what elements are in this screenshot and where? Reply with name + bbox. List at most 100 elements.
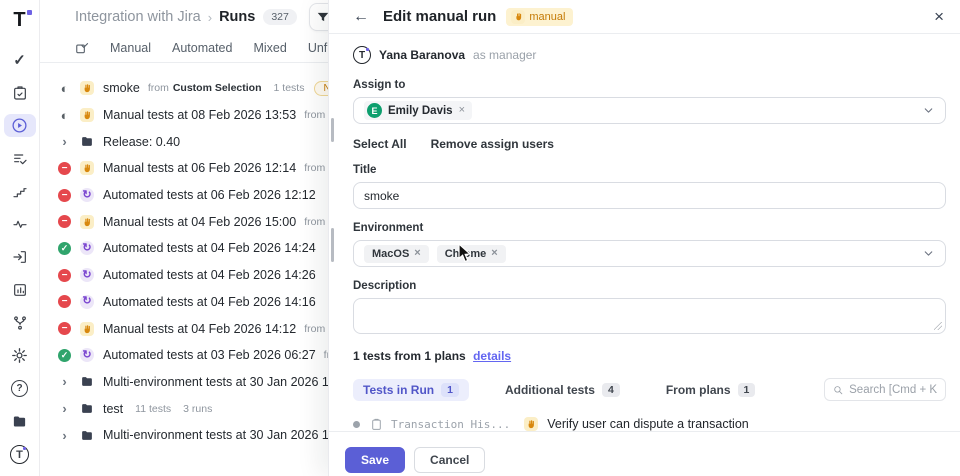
select-all-link[interactable]: Select All bbox=[353, 137, 407, 151]
run-title: Manual tests at 04 Feb 2026 14:12 bbox=[103, 322, 296, 336]
run-title: test bbox=[103, 402, 123, 416]
chevron-down-icon[interactable] bbox=[922, 247, 935, 260]
run-title: Manual tests at 06 Feb 2026 12:14 bbox=[103, 161, 296, 175]
environment-chip: MacOS × bbox=[364, 245, 429, 263]
tab-count-badge: 4 bbox=[602, 383, 620, 397]
run-status-icon: ✓ bbox=[58, 242, 71, 255]
tab-automated[interactable]: Automated bbox=[172, 41, 232, 55]
run-status-icon: − bbox=[58, 189, 71, 202]
save-button[interactable]: Save bbox=[345, 447, 405, 473]
assign-to-select[interactable]: E Emily Davis × bbox=[353, 97, 946, 124]
remove-chip-icon[interactable]: × bbox=[459, 105, 465, 116]
run-status-icon: − bbox=[58, 322, 71, 335]
steps-icon[interactable] bbox=[4, 180, 36, 203]
analytics-chart-icon[interactable] bbox=[4, 279, 36, 302]
breadcrumb-project[interactable]: Integration with Jira bbox=[75, 9, 201, 25]
run-title: Manual tests at 08 Feb 2026 13:53 bbox=[103, 108, 296, 122]
run-title: smoke bbox=[103, 81, 140, 95]
manual-run-icon bbox=[80, 215, 94, 229]
title-input[interactable] bbox=[364, 189, 935, 203]
test-title: Verify user can dispute a transaction bbox=[547, 417, 749, 431]
test-row[interactable]: Transaction His... Verify user can dispu… bbox=[353, 417, 946, 431]
list-check-icon[interactable] bbox=[4, 147, 36, 170]
clipboard-icon bbox=[370, 418, 383, 431]
tab-manual[interactable]: Manual bbox=[110, 41, 151, 55]
run-title: Automated tests at 04 Feb 2026 14:16 bbox=[103, 295, 316, 309]
activity-pulse-icon[interactable] bbox=[4, 213, 36, 236]
test-suite-name: Transaction His... bbox=[391, 418, 510, 431]
chevron-right-icon[interactable]: › bbox=[58, 401, 71, 416]
select-all-icon[interactable] bbox=[75, 41, 89, 55]
environment-chip-name: MacOS bbox=[372, 248, 409, 260]
run-title: Automated tests at 03 Feb 2026 06:27 bbox=[103, 348, 316, 362]
tests-search-input[interactable] bbox=[849, 384, 937, 396]
plans-summary: 1 tests from 1 plans details bbox=[353, 349, 946, 363]
branch-icon[interactable] bbox=[4, 312, 36, 335]
title-label: Title bbox=[353, 164, 946, 176]
remove-chip-icon[interactable]: × bbox=[491, 248, 497, 259]
run-status-icon: − bbox=[58, 269, 71, 282]
description-label: Description bbox=[353, 280, 946, 292]
app-sidebar: T ✓ ? T bbox=[0, 0, 40, 476]
tab-mixed[interactable]: Mixed bbox=[253, 41, 286, 55]
manual-run-icon bbox=[524, 417, 538, 431]
tab-tests-in-run[interactable]: Tests in Run 1 bbox=[353, 379, 469, 401]
manual-run-icon bbox=[80, 322, 94, 336]
run-status-icon: ◐ bbox=[58, 109, 71, 122]
folder-icon bbox=[80, 135, 94, 148]
plans-summary-text: 1 tests from 1 plans bbox=[353, 349, 466, 363]
cancel-button[interactable]: Cancel bbox=[414, 447, 485, 473]
settings-gear-icon[interactable] bbox=[4, 345, 36, 368]
automated-run-icon: ↻ bbox=[80, 348, 94, 362]
remove-assign-users-link[interactable]: Remove assign users bbox=[431, 137, 554, 151]
close-icon[interactable]: × bbox=[934, 8, 944, 25]
run-from-label: from bbox=[304, 162, 325, 174]
sidebar-item-runs[interactable] bbox=[4, 114, 36, 137]
clipboard-check-icon[interactable] bbox=[4, 82, 36, 105]
run-from-label: from bbox=[304, 109, 325, 121]
drawer-body: T Yana Baranova as manager Assign to E E… bbox=[329, 34, 960, 431]
remove-chip-icon[interactable]: × bbox=[414, 248, 420, 259]
back-button[interactable]: ← bbox=[353, 9, 369, 25]
details-link[interactable]: details bbox=[473, 349, 511, 363]
chevron-right-icon[interactable]: › bbox=[58, 134, 71, 149]
run-from-label: from bbox=[304, 216, 325, 228]
chevron-right-icon[interactable]: › bbox=[58, 428, 71, 443]
run-status-icon: − bbox=[58, 162, 71, 175]
drawer-header: ← Edit manual run manual × bbox=[329, 0, 960, 34]
tab-label: Tests in Run bbox=[363, 383, 434, 397]
user-chip-avatar: E bbox=[367, 103, 382, 118]
description-textarea-wrap bbox=[353, 298, 946, 334]
automated-run-icon: ↻ bbox=[80, 268, 94, 282]
manual-run-icon bbox=[80, 81, 94, 95]
projects-folder-icon[interactable] bbox=[4, 410, 36, 433]
folder-icon bbox=[80, 429, 94, 442]
chevron-right-icon[interactable]: › bbox=[58, 374, 71, 389]
description-textarea[interactable] bbox=[354, 299, 945, 333]
sidebar-item-tests-icon[interactable]: ✓ bbox=[4, 49, 36, 72]
import-box-icon[interactable] bbox=[4, 246, 36, 269]
assign-to-label: Assign to bbox=[353, 79, 946, 91]
tab-additional-tests[interactable]: Additional tests 4 bbox=[495, 379, 630, 401]
user-avatar[interactable]: T bbox=[4, 443, 36, 466]
app-logo[interactable]: T bbox=[4, 8, 36, 33]
resize-handle[interactable] bbox=[934, 322, 942, 330]
manual-run-icon bbox=[511, 10, 525, 24]
test-status-dot bbox=[353, 421, 360, 428]
title-input-wrap bbox=[353, 182, 946, 209]
help-icon[interactable]: ? bbox=[4, 377, 36, 400]
manager-role: as manager bbox=[473, 48, 536, 62]
manual-run-icon bbox=[80, 108, 94, 122]
run-title: Release: 0.40 bbox=[103, 135, 180, 149]
tests-tabs: Tests in Run 1 Additional tests 4 From p… bbox=[353, 378, 946, 401]
assigned-user-chip: E Emily Davis × bbox=[364, 101, 472, 120]
environment-select[interactable]: MacOS × Chrome × bbox=[353, 240, 946, 267]
app-window: T ✓ ? T bbox=[0, 0, 960, 476]
manual-run-icon bbox=[80, 161, 94, 175]
tests-search-box[interactable] bbox=[824, 378, 946, 401]
tab-label: From plans bbox=[666, 383, 731, 397]
runs-count-badge: 327 bbox=[263, 9, 297, 25]
run-meta: 11 tests bbox=[135, 403, 171, 415]
chevron-down-icon[interactable] bbox=[922, 104, 935, 117]
tab-from-plans[interactable]: From plans 1 bbox=[656, 379, 766, 401]
